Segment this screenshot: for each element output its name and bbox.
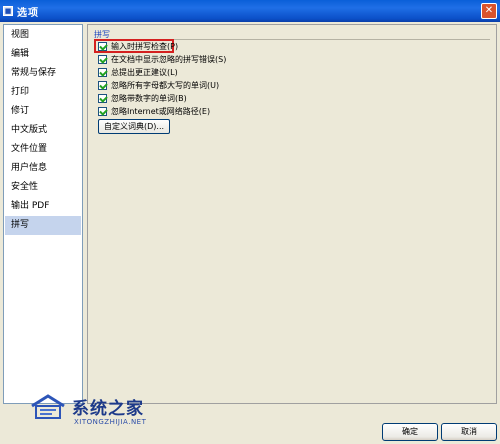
sidebar-item-output-pdf[interactable]: 输出 PDF [5,197,81,216]
checkbox-show-ignored-errors[interactable]: 在文档中显示忽略的拼写错误(S) [98,54,226,65]
checkbox-ignore-uppercase[interactable]: 忽略所有字母都大写的单词(U) [98,80,219,91]
watermark-title: 系统之家 [72,399,144,419]
app-icon: ■ [3,6,13,16]
sidebar-item-print[interactable]: 打印 [5,83,81,102]
checkbox-icon[interactable] [98,94,107,103]
sidebar-item-view[interactable]: 视图 [5,26,81,45]
sidebar-item-chinese-layout[interactable]: 中文版式 [5,121,81,140]
checkbox-always-suggest[interactable]: 总提出更正建议(L) [98,67,178,78]
window-title: 选项 [17,7,39,19]
watermark-subtitle: XITONGZHIJIA.NET [74,418,147,426]
checkbox-icon[interactable] [98,68,107,77]
checkbox-label: 在文档中显示忽略的拼写错误(S) [111,55,227,64]
sidebar-item-file-location[interactable]: 文件位置 [5,140,81,159]
sidebar-item-revision[interactable]: 修订 [5,102,81,121]
spelling-panel: 拼写 输入时拼写检查(P) 在文档中显示忽略的拼写错误(S) 总提出更正建议(L… [87,24,497,404]
sidebar-item-general-save[interactable]: 常规与保存 [5,64,81,83]
checkbox-label: 总提出更正建议(L) [111,68,178,77]
options-sidebar: 视图 编辑 常规与保存 打印 修订 中文版式 文件位置 用户信息 安全性 输出 … [3,24,83,404]
checkbox-icon[interactable] [98,107,107,116]
cancel-button[interactable]: 取消 [441,423,497,441]
ok-button[interactable]: 确定 [382,423,438,441]
checkbox-ignore-internet-paths[interactable]: 忽略Internet或网络路径(E) [98,106,210,117]
checkbox-ignore-numbers[interactable]: 忽略带数字的单词(B) [98,93,187,104]
checkbox-label: 忽略带数字的单词(B) [111,94,187,103]
sidebar-item-edit[interactable]: 编辑 [5,45,81,64]
title-bar: ■ 选项 ✕ [0,0,500,22]
checkbox-icon[interactable] [98,42,107,51]
sidebar-item-spelling[interactable]: 拼写 [5,216,81,235]
checkbox-label: 忽略所有字母都大写的单词(U) [111,81,220,90]
watermark-logo: 系统之家 XITONGZHIJIA.NET [24,388,174,438]
custom-dictionary-button[interactable]: 自定义词典(D)... [98,119,171,134]
sidebar-item-user-info[interactable]: 用户信息 [5,159,81,178]
sidebar-item-security[interactable]: 安全性 [5,178,81,197]
checkbox-label: 输入时拼写检查(P) [111,42,179,51]
checkbox-label: 忽略Internet或网络路径(E) [111,107,211,116]
close-icon[interactable]: ✕ [481,3,497,19]
checkbox-spell-check-as-you-type[interactable]: 输入时拼写检查(P) [98,41,178,52]
checkbox-icon[interactable] [98,81,107,90]
checkbox-icon[interactable] [98,55,107,64]
house-logo-icon [31,394,65,419]
